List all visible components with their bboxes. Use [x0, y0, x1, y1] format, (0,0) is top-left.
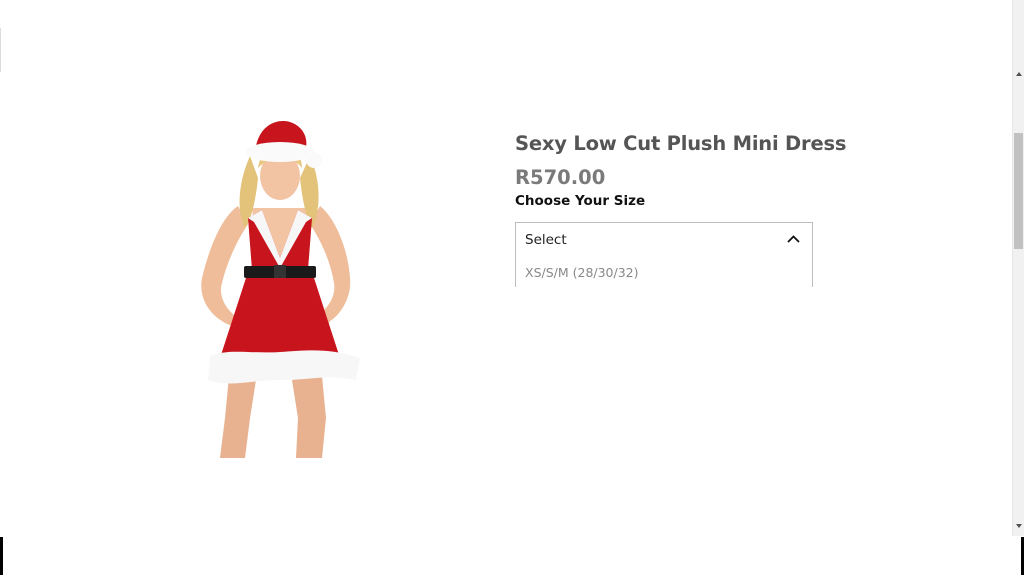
size-dropdown-selected: Select: [525, 232, 567, 248]
product-info: Sexy Low Cut Plush Mini Dress R570.00 Ch…: [515, 128, 847, 287]
chevron-up-icon[interactable]: [787, 235, 800, 243]
scroll-up-arrow-icon[interactable]: [1016, 72, 1022, 76]
product-image[interactable]: [190, 118, 370, 460]
size-option-xs-s-m[interactable]: XS/S/M (28/30/32): [516, 257, 812, 287]
vertical-scrollbar[interactable]: [1013, 0, 1024, 536]
size-dropdown[interactable]: Select XS/S/M (28/30/32): [515, 222, 813, 286]
product-photo-illustration: [201, 121, 360, 458]
product-title: Sexy Low Cut Plush Mini Dress: [515, 132, 847, 155]
product-price: R570.00: [515, 166, 606, 189]
scroll-down-arrow-icon[interactable]: [1016, 524, 1022, 528]
scrollbar-thumb[interactable]: [1014, 133, 1023, 249]
left-edge-line: [0, 28, 1, 72]
bottom-left-bar: [0, 537, 3, 575]
size-dropdown-toggle[interactable]: Select: [516, 223, 812, 257]
size-label: Choose Your Size: [515, 193, 646, 209]
dropdown-bottom-border: [515, 285, 813, 287]
product-page: Sexy Low Cut Plush Mini Dress R570.00 Ch…: [0, 0, 1024, 575]
